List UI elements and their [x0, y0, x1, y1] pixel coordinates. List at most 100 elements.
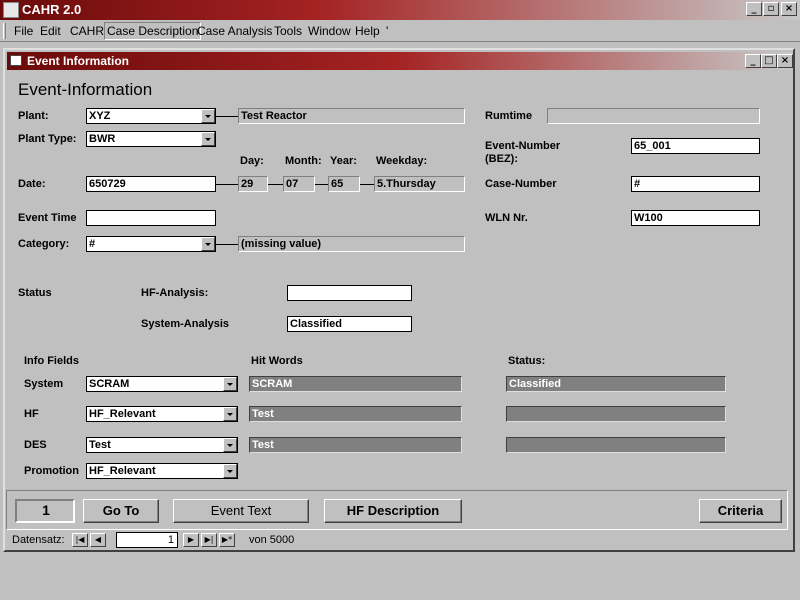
chevron-down-icon[interactable]: [223, 464, 237, 478]
window-title: Event Information: [27, 54, 130, 68]
wln-input[interactable]: W100: [631, 210, 760, 226]
event-text-button[interactable]: Event Text: [173, 499, 309, 523]
hf-hit-word: Test: [249, 406, 462, 422]
connector-line: [216, 244, 238, 245]
status-column-label: Status:: [508, 355, 546, 367]
plant-type-label: Plant Type:: [18, 133, 77, 145]
previous-record-icon[interactable]: ◀: [90, 533, 106, 547]
category-desc-field: (missing value): [238, 236, 465, 252]
month-label: Month:: [285, 155, 322, 167]
chevron-down-icon[interactable]: [201, 237, 215, 251]
form-icon: [10, 55, 22, 66]
day-field: 29: [238, 176, 268, 192]
system-combo[interactable]: SCRAM: [86, 376, 238, 392]
wln-label: WLN Nr.: [485, 212, 528, 224]
year-label: Year:: [330, 155, 357, 167]
first-record-icon[interactable]: |◀: [72, 533, 88, 547]
connector-line: [268, 184, 283, 185]
date-label: Date:: [18, 178, 46, 190]
case-number-input[interactable]: #: [631, 176, 760, 192]
hf-analysis-input[interactable]: [287, 285, 412, 301]
plant-name-field: Test Reactor: [238, 108, 465, 124]
status-label: Status: [18, 287, 52, 299]
event-time-input[interactable]: [86, 210, 216, 226]
hf-value: HF_Relevant: [89, 408, 156, 420]
system-status: Classified: [506, 376, 726, 392]
info-row-label: HF: [24, 408, 39, 420]
menu-window[interactable]: Window: [308, 24, 351, 38]
event-number-label: Event-Number (BEZ):: [485, 140, 561, 165]
year-field: 65: [328, 176, 360, 192]
last-record-icon[interactable]: ▶|: [201, 533, 217, 547]
button-panel: 1 Go To Event Text HF Description Criter…: [6, 490, 788, 530]
promotion-value: HF_Relevant: [89, 465, 156, 477]
connector-line: [216, 184, 238, 185]
form-heading: Event-Information: [18, 80, 153, 99]
hf-combo[interactable]: HF_Relevant: [86, 406, 238, 422]
record-box[interactable]: 1: [15, 499, 75, 523]
des-hit-word: Test: [249, 437, 462, 453]
hf-description-button[interactable]: HF Description: [324, 499, 462, 523]
promotion-label: Promotion: [24, 465, 79, 477]
current-record-input[interactable]: 1: [116, 532, 178, 548]
next-record-icon[interactable]: ▶: [183, 533, 199, 547]
goto-button[interactable]: Go To: [83, 499, 159, 523]
criteria-button[interactable]: Criteria: [699, 499, 782, 523]
new-record-icon[interactable]: ▶*: [219, 533, 235, 547]
system-hit-word: SCRAM: [249, 376, 462, 392]
app-title: CAHR 2.0: [22, 2, 82, 17]
event-time-label: Event Time: [18, 212, 77, 224]
menu-case-analysis[interactable]: Case Analysis: [197, 24, 272, 38]
plant-label: Plant:: [18, 110, 49, 122]
chevron-down-icon[interactable]: [223, 407, 237, 421]
event-number-input[interactable]: 65_001: [631, 138, 760, 154]
chevron-down-icon[interactable]: [201, 109, 215, 123]
system-analysis-label: System-Analysis: [141, 318, 230, 330]
app-icon: [3, 2, 19, 18]
close-button[interactable]: ×: [781, 2, 797, 16]
plant-combo[interactable]: XYZ: [86, 108, 216, 124]
connector-line: [216, 116, 238, 117]
record-navigator: Datensatz: |◀ ◀ 1 ▶ ▶| ▶* von 5000: [6, 530, 788, 550]
date-input[interactable]: 650729: [86, 176, 216, 192]
child-minimize-button[interactable]: _: [745, 54, 761, 68]
info-row-label: DES: [24, 439, 47, 451]
des-combo[interactable]: Test: [86, 437, 238, 453]
rumtime-field: [547, 108, 760, 124]
system-analysis-input[interactable]: Classified: [287, 316, 412, 332]
hf-status: [506, 406, 726, 422]
promotion-combo[interactable]: HF_Relevant: [86, 463, 238, 479]
info-fields-label: Info Fields: [24, 355, 79, 367]
menu-tools[interactable]: Tools: [274, 24, 302, 38]
menu-help[interactable]: Help: [355, 24, 380, 38]
menu-case-description[interactable]: Case Description: [104, 22, 202, 40]
menu-edit[interactable]: Edit: [40, 24, 61, 38]
category-label: Category:: [18, 238, 70, 250]
menu-cahr[interactable]: CAHR: [70, 24, 104, 38]
menu-file[interactable]: File: [14, 24, 33, 38]
minimize-button[interactable]: _: [746, 2, 762, 16]
restore-button[interactable]: ▫: [763, 2, 779, 16]
connector-line: [315, 184, 328, 185]
hf-analysis-label: HF-Analysis:: [141, 287, 209, 299]
plant-type-combo[interactable]: BWR: [86, 131, 216, 147]
category-value: #: [89, 238, 96, 250]
child-close-button[interactable]: ×: [777, 54, 793, 68]
weekday-field: 5.Thursday: [374, 176, 465, 192]
menu-extra: ': [386, 24, 389, 38]
system-value: SCRAM: [89, 378, 130, 390]
case-number-label: Case-Number: [485, 178, 557, 190]
weekday-label: Weekday:: [376, 155, 428, 167]
plant-value: XYZ: [89, 110, 111, 122]
child-maximize-button[interactable]: □: [761, 54, 777, 68]
hit-words-label: Hit Words: [251, 355, 303, 367]
day-label: Day:: [240, 155, 264, 167]
record-total: von 5000: [249, 534, 295, 546]
connector-line: [360, 184, 374, 185]
menu-grip: [3, 23, 6, 39]
info-row-label: System: [24, 378, 64, 390]
chevron-down-icon[interactable]: [223, 438, 237, 452]
category-combo[interactable]: #: [86, 236, 216, 252]
chevron-down-icon[interactable]: [223, 377, 237, 391]
chevron-down-icon[interactable]: [201, 132, 215, 146]
